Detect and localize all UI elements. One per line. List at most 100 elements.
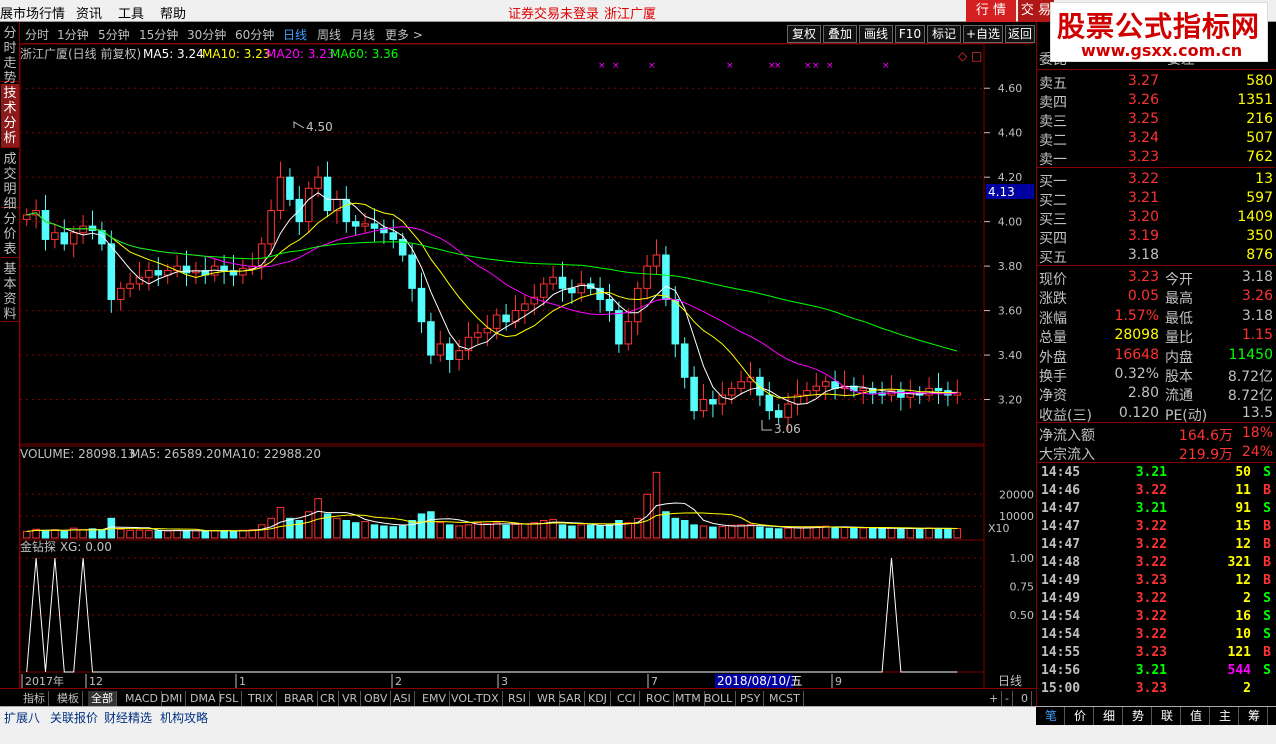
volume-bar (803, 526, 811, 539)
tick-row[interactable]: 14:48 3.22 321 B (1037, 555, 1275, 573)
zoom-out-button[interactable]: - (1002, 691, 1013, 707)
candle (323, 176, 332, 212)
volume-tick-label: 20000 (999, 488, 1034, 501)
right-tab-6[interactable]: 值 (1183, 707, 1210, 725)
event-marker[interactable]: × (882, 61, 890, 71)
tick-row[interactable]: 14:47 3.22 12 B (1037, 537, 1275, 555)
volume-bar (558, 524, 567, 539)
chart-canvas[interactable]: 浙江广厦(日线 前复权) MA5: 3.24 MA10: 3.23 MA20: … (0, 0, 1036, 688)
indicator-tab-全部[interactable]: 全部 (88, 691, 117, 707)
tick-row[interactable]: 14:55 3.23 121 B (1037, 645, 1275, 663)
volume-bars (22, 471, 962, 539)
cursor-date: 2018/08/10/五 (717, 674, 802, 688)
logo-url: www.gsxx.com.cn (1081, 41, 1243, 60)
indicator-tab-obv[interactable]: OBV (361, 691, 392, 707)
indicator-tab-vr[interactable]: VR (339, 691, 362, 707)
tick-row[interactable]: 14:49 3.22 2 S (1037, 591, 1275, 609)
status-tab-related[interactable]: 关联报价 (50, 709, 98, 726)
tick-side: B (1263, 573, 1271, 588)
event-marker[interactable]: × (612, 61, 620, 71)
volume-bar (276, 506, 285, 539)
level-label: 卖三 (1039, 114, 1067, 130)
tick-row[interactable]: 14:54 3.22 10 S (1037, 627, 1275, 645)
high-annotation: 4.50 (306, 120, 333, 134)
level-volume: 13 (1255, 171, 1273, 187)
right-tab-8[interactable]: 筹 (1241, 707, 1268, 725)
indicator-tab-psy[interactable]: PSY (737, 691, 765, 707)
ma10-label: MA10: 3.23 (202, 47, 270, 61)
candle (370, 223, 379, 229)
tick-row[interactable]: 14:49 3.23 12 B (1037, 573, 1275, 591)
indicator-tab-模板[interactable]: 模板 (54, 691, 83, 707)
indicator-tab-sar[interactable]: SAR (556, 691, 586, 707)
indicator-tab-fsl[interactable]: FSL (216, 691, 243, 707)
indicator-tab-cci[interactable]: CCI (614, 691, 640, 707)
volume-bar (342, 520, 351, 539)
volume-bar (474, 522, 482, 539)
tick-row[interactable]: 14:45 3.21 50 S (1037, 465, 1275, 483)
tick-price: 3.22 (1135, 483, 1167, 498)
level-label: 卖二 (1039, 133, 1067, 149)
tick-row[interactable]: 14:47 3.21 91 S (1037, 501, 1275, 519)
indicator-tab-指标[interactable]: 指标 (20, 691, 49, 707)
indicator-tab-kdj[interactable]: KDJ (585, 691, 611, 707)
indicator-tab-roc[interactable]: ROC (643, 691, 674, 707)
indicator-tab-trix[interactable]: TRIX (245, 691, 278, 707)
indicator-tab-rsi[interactable]: RSI (505, 691, 530, 707)
event-marker[interactable]: × (598, 61, 606, 71)
volume-bar (60, 530, 69, 539)
stat-value: 0.32% (1114, 366, 1159, 382)
bid-row: 买一 3.22 13 (1037, 170, 1275, 190)
stat-value: 0.120 (1118, 404, 1159, 421)
event-marker[interactable]: × (804, 61, 812, 71)
event-marker[interactable]: × (726, 61, 734, 71)
indicator-tab-mcst[interactable]: MCST (766, 691, 804, 707)
indicator-tab-dmi[interactable]: DMI (158, 691, 187, 707)
right-tab-3[interactable]: 细 (1096, 707, 1123, 725)
reset-button[interactable]: 0 (1018, 691, 1032, 707)
volume-axis: 2000010000 (20, 488, 1034, 523)
stat-label: 最低 (1165, 310, 1193, 327)
low-annotation-pointer (761, 420, 772, 431)
chart-options-icon[interactable]: ◇ □ (958, 49, 982, 63)
indicator-tab-asi[interactable]: ASI (390, 691, 415, 707)
volume-bar (427, 511, 435, 539)
indicator-tab-brar[interactable]: BRAR (281, 691, 318, 707)
price-tick-label: 3.20 (998, 394, 1023, 407)
tick-row[interactable]: 14:56 3.21 544 S (1037, 663, 1275, 681)
right-tab-1[interactable]: 笔 (1038, 707, 1065, 725)
right-tab-2[interactable]: 价 (1067, 707, 1094, 725)
tick-row[interactable]: 14:47 3.22 15 B (1037, 519, 1275, 537)
event-marker[interactable]: × (648, 61, 656, 71)
tick-price: 3.21 (1135, 465, 1167, 480)
right-tab-5[interactable]: 联 (1154, 707, 1181, 725)
event-marker[interactable]: × (774, 61, 782, 71)
right-tab-4[interactable]: 势 (1125, 707, 1152, 725)
indicator-tab-cr[interactable]: CR (317, 691, 340, 707)
zoom-in-button[interactable]: + (986, 691, 1003, 707)
event-marker[interactable]: × (826, 61, 834, 71)
tick-side: B (1263, 645, 1271, 660)
indicator-tab-boll[interactable]: BOLL (701, 691, 737, 707)
event-marker[interactable]: × (812, 61, 820, 71)
status-tab-ext[interactable]: 扩展八 (4, 709, 40, 726)
status-tab-finance[interactable]: 财经精选 (104, 709, 152, 726)
app-window: 展市场行情 资讯 工具 帮助 证券交易未登录 浙江广厦 行 情 交 易 股票公式… (0, 0, 1276, 744)
indicator-tab-macd[interactable]: MACD (122, 691, 162, 707)
stat-label: 量比 (1165, 330, 1193, 347)
status-tab-institution[interactable]: 机构攻略 (160, 709, 208, 726)
indicator-tab-emv[interactable]: EMV (419, 691, 450, 707)
indicator-tab-vol-tdx[interactable]: VOL-TDX (448, 691, 503, 707)
indicator-tab-dma[interactable]: DMA (187, 691, 220, 707)
tick-price: 3.22 (1135, 627, 1167, 642)
tick-row[interactable]: 14:54 3.22 16 S (1037, 609, 1275, 627)
right-tab-7[interactable]: 主 (1212, 707, 1239, 725)
indicator-tab-mtm[interactable]: MTM (672, 691, 705, 707)
tick-row[interactable]: 15:00 3.23 2 (1037, 681, 1275, 699)
indicator-series (26, 557, 958, 673)
volume-bar (568, 525, 576, 539)
price-tick-label: 4.40 (998, 127, 1023, 140)
tick-row[interactable]: 14:46 3.22 11 B (1037, 483, 1275, 501)
candle (286, 176, 294, 200)
volume-ma5-label: MA5: 26589.20 (130, 447, 221, 461)
